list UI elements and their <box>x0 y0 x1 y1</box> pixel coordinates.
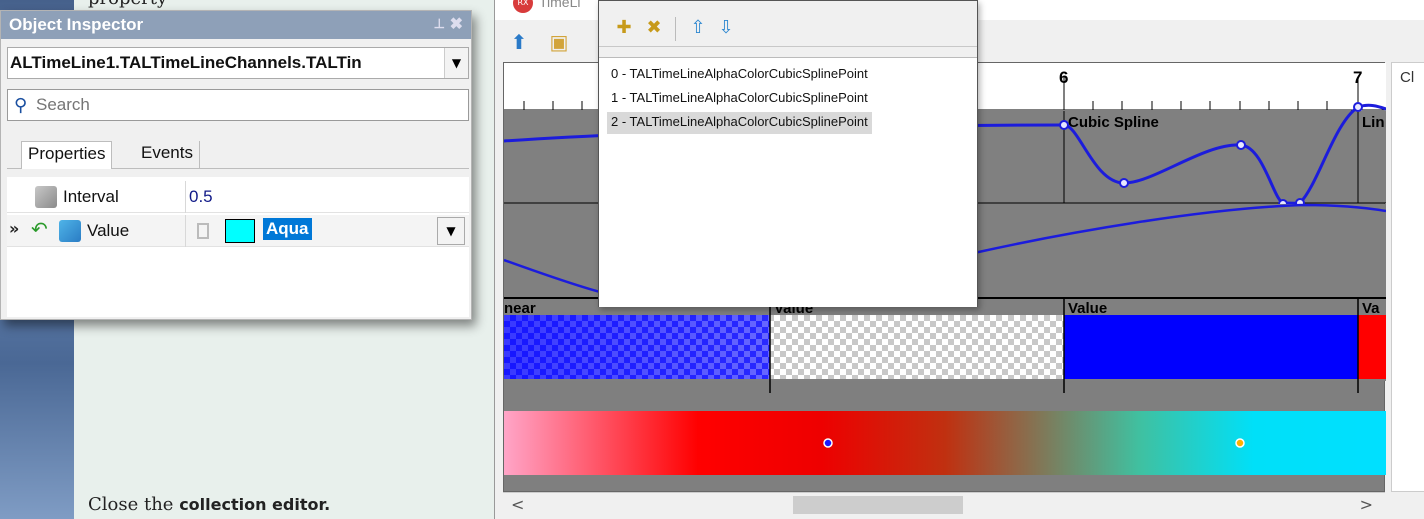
property-value[interactable]: 0.5 <box>189 187 213 207</box>
toolbar-separator <box>675 17 676 41</box>
close-icon[interactable]: ✖ <box>450 14 463 34</box>
segment-label-value: Value <box>1068 300 1107 317</box>
tutorial-instruction-prefix: Close the <box>88 494 180 515</box>
property-row-interval[interactable]: Interval 0.5 <box>7 181 469 213</box>
current-row-indicator-icon: » <box>9 219 20 238</box>
collection-item-selected[interactable]: 2 - TALTimeLineAlphaColorCubicSplinePoin… <box>607 112 872 134</box>
object-inspector-title: Object Inspector <box>9 15 144 34</box>
color-gradient-bar[interactable] <box>504 411 1386 475</box>
property-grid: Interval 0.5 » ↶ Value Aqua ▼ <box>7 177 469 317</box>
scroll-right-icon[interactable]: > <box>1360 495 1373 514</box>
property-icon <box>59 220 81 242</box>
collection-item-list: 0 - TALTimeLineAlphaColorCubicSplinePoin… <box>599 57 977 307</box>
segment-label-linear-tail: near <box>504 300 536 317</box>
ruler-label-6: 6 <box>1059 68 1068 87</box>
pin-icon[interactable]: ⊥ <box>434 16 445 32</box>
scroll-left-icon[interactable]: < <box>511 495 524 514</box>
collection-editor: ✚ ✖ ⇧ ⇩ 0 - TALTimeLineAlphaColorCubicSp… <box>598 0 978 307</box>
add-item-icon[interactable]: ✚ <box>613 17 635 39</box>
color-stop-point[interactable] <box>1235 438 1245 448</box>
package-delete-icon[interactable]: ▣ <box>547 30 571 54</box>
right-panel-label: Cl <box>1400 69 1415 86</box>
segment-label-linear: Lin <box>1362 114 1385 131</box>
move-up-icon[interactable]: ⇧ <box>687 17 709 39</box>
ruler-label-7: 7 <box>1353 68 1362 87</box>
chevron-down-icon[interactable]: ▼ <box>444 48 468 78</box>
column-divider <box>185 181 186 213</box>
collection-editor-toolbar: ✚ ✖ ⇧ ⇩ <box>599 11 977 47</box>
search-icon: ⚲ <box>14 95 28 116</box>
app-icon: RX <box>513 0 533 13</box>
timeline-window-title: TimeLi <box>539 0 581 10</box>
collection-item[interactable]: 1 - TALTimeLineAlphaColorCubicSplinePoin… <box>607 88 872 110</box>
move-up-icon[interactable]: ⬆ <box>507 30 531 54</box>
property-icon <box>35 186 57 208</box>
scrollbar-thumb[interactable] <box>793 496 963 514</box>
property-name: Value <box>87 221 130 240</box>
move-down-icon[interactable]: ⇩ <box>715 17 737 39</box>
collection-item[interactable]: 0 - TALTimeLineAlphaColorCubicSplinePoin… <box>607 64 872 86</box>
property-row-value[interactable]: » ↶ Value Aqua ▼ <box>7 215 469 247</box>
object-inspector: Object Inspector ⊥ ✖ ALTimeLine1.TALTime… <box>0 10 472 320</box>
undo-icon[interactable]: ↶ <box>31 217 48 241</box>
segment-label-cubic-spline: Cubic Spline <box>1068 114 1159 131</box>
tab-properties[interactable]: Properties <box>21 141 113 169</box>
color-swatch <box>225 219 255 243</box>
timeline-right-panel: Cl <box>1391 62 1424 492</box>
tutorial-text-fragment: property <box>88 0 167 9</box>
object-inspector-titlebar: Object Inspector ⊥ ✖ <box>1 11 471 39</box>
delete-item-icon[interactable]: ✖ <box>643 17 665 39</box>
animation-icon <box>197 223 209 239</box>
search-input[interactable] <box>36 95 456 115</box>
component-selector[interactable]: ALTimeLine1.TALTimeLineChannels.TALTin ▼ <box>7 47 469 79</box>
segment-blue <box>1064 315 1358 379</box>
segment-transparent <box>770 315 1064 379</box>
property-name: Interval <box>63 187 119 206</box>
property-value-editor[interactable]: Aqua <box>263 218 312 240</box>
component-selector-value: ALTimeLine1.TALTimeLineChannels.TALTin <box>10 53 362 72</box>
chevron-down-icon[interactable]: ▼ <box>437 217 465 245</box>
horizontal-scrollbar[interactable]: < > <box>503 492 1385 516</box>
color-stop-point[interactable] <box>823 438 833 448</box>
segment-red <box>1358 315 1386 379</box>
tutorial-instruction-bold: collection editor. <box>179 495 331 514</box>
tab-events[interactable]: Events <box>135 141 200 169</box>
tutorial-instruction: Close the collection editor. <box>88 494 330 515</box>
search-box[interactable]: ⚲ <box>7 89 469 121</box>
segment-label-value-tail: Va <box>1362 300 1380 317</box>
column-divider <box>185 215 186 247</box>
segment-blue-fade-overlay <box>504 315 770 379</box>
inspector-tabs: Properties Events <box>7 129 469 169</box>
